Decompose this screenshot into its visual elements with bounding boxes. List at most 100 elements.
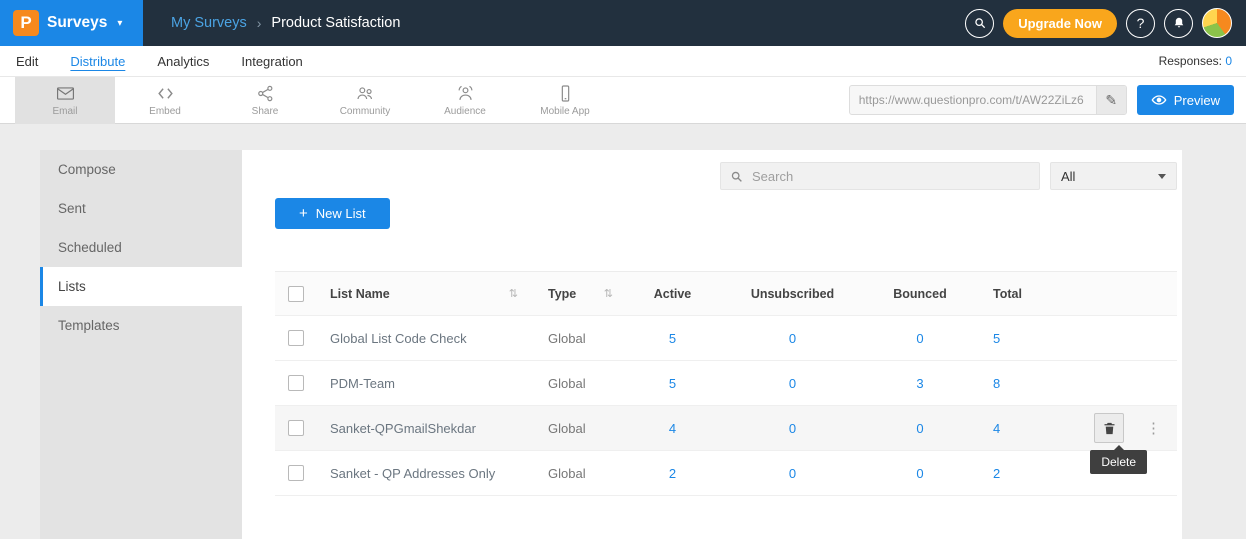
pencil-icon: ✎: [1105, 92, 1117, 109]
header-total: Total: [975, 287, 1055, 301]
help-button[interactable]: ?: [1126, 9, 1155, 38]
sidebar-item-scheduled[interactable]: Scheduled: [40, 228, 242, 267]
row-actions: ⋮: [1055, 406, 1177, 450]
distribute-toolbar: Email Embed Share Community Audience Mob…: [0, 77, 1246, 124]
filter-selected-value: All: [1061, 169, 1075, 184]
active-count-link[interactable]: 4: [625, 421, 720, 436]
unsubscribed-count[interactable]: 0: [720, 331, 865, 346]
sort-icon[interactable]: ⇅: [509, 287, 518, 300]
plus-icon: +: [299, 205, 308, 222]
audience-icon: [456, 84, 475, 103]
total-count-link[interactable]: 5: [975, 331, 1055, 346]
table-row: Global List Code Check Global 5 0 0 5: [275, 316, 1177, 361]
lists-panel: All + New List List Name ⇅ Type ⇅ Active: [242, 150, 1182, 539]
list-name-link[interactable]: Global List Code Check: [330, 331, 467, 346]
responses-counter[interactable]: Responses: 0: [1159, 54, 1246, 68]
tab-edit[interactable]: Edit: [0, 54, 54, 69]
toolbar-item-email[interactable]: Email: [15, 77, 115, 124]
bounced-count[interactable]: 3: [865, 376, 975, 391]
list-type: Global: [548, 331, 586, 346]
bounced-count[interactable]: 0: [865, 466, 975, 481]
delete-list-button[interactable]: [1094, 413, 1124, 443]
active-count-link[interactable]: 5: [625, 376, 720, 391]
product-name: Surveys: [47, 14, 107, 32]
notifications-button[interactable]: [1164, 9, 1193, 38]
select-all-checkbox[interactable]: [288, 286, 304, 302]
row-checkbox[interactable]: [288, 420, 304, 436]
total-count-link[interactable]: 4: [975, 421, 1055, 436]
list-search-box: [720, 162, 1040, 190]
list-type: Global: [548, 421, 586, 436]
unsubscribed-count[interactable]: 0: [720, 376, 865, 391]
toolbar-item-embed[interactable]: Embed: [115, 77, 215, 124]
filter-dropdown[interactable]: All: [1050, 162, 1177, 190]
kebab-menu-icon[interactable]: ⋮: [1146, 419, 1161, 437]
survey-url-input[interactable]: [850, 93, 1096, 107]
list-type: Global: [548, 376, 586, 391]
lists-table: List Name ⇅ Type ⇅ Active Unsubscribed B…: [275, 271, 1177, 496]
main-content: Compose Sent Scheduled Lists Templates A…: [40, 150, 1182, 539]
surveys-menu[interactable]: P Surveys ▾: [0, 0, 143, 46]
search-input[interactable]: [750, 168, 1030, 185]
upgrade-now-button[interactable]: Upgrade Now: [1003, 9, 1117, 38]
list-type: Global: [548, 466, 586, 481]
total-count-link[interactable]: 8: [975, 376, 1055, 391]
row-checkbox[interactable]: [288, 375, 304, 391]
tab-analytics[interactable]: Analytics: [141, 54, 225, 69]
row-checkbox[interactable]: [288, 465, 304, 481]
user-avatar[interactable]: [1202, 8, 1232, 38]
embed-code-icon: [156, 84, 175, 103]
sidebar-item-sent[interactable]: Sent: [40, 189, 242, 228]
tab-integration[interactable]: Integration: [225, 54, 318, 69]
table-row: Sanket-QPGmailShekdar Global 4 0 0 4 ⋮ D…: [275, 406, 1177, 451]
email-icon: [56, 84, 75, 103]
bounced-count[interactable]: 0: [865, 331, 975, 346]
community-icon: [356, 84, 375, 103]
toolbar-item-label: Embed: [149, 106, 181, 117]
breadcrumb-current: Product Satisfaction: [271, 15, 400, 31]
sidebar-item-compose[interactable]: Compose: [40, 150, 242, 189]
table-row: PDM-Team Global 5 0 3 8: [275, 361, 1177, 406]
chevron-down-icon: [1158, 174, 1166, 179]
header-type[interactable]: Type: [548, 287, 576, 301]
header-list-name[interactable]: List Name: [330, 287, 390, 301]
unsubscribed-count[interactable]: 0: [720, 421, 865, 436]
row-checkbox[interactable]: [288, 330, 304, 346]
sort-icon[interactable]: ⇅: [604, 287, 613, 300]
toolbar-item-label: Audience: [444, 106, 486, 117]
bell-icon: [1172, 16, 1186, 30]
active-count-link[interactable]: 5: [625, 331, 720, 346]
edit-url-button[interactable]: ✎: [1096, 86, 1126, 114]
sidebar-item-lists[interactable]: Lists: [40, 267, 242, 306]
toolbar-item-label: Share: [252, 106, 279, 117]
header-bounced: Bounced: [865, 287, 975, 301]
delete-tooltip: Delete: [1090, 450, 1147, 474]
survey-nav: Edit Distribute Analytics Integration Re…: [0, 46, 1246, 77]
toolbar-item-community[interactable]: Community: [315, 77, 415, 124]
breadcrumb-my-surveys[interactable]: My Surveys: [171, 15, 247, 31]
question-mark-icon: ?: [1137, 15, 1145, 31]
preview-button[interactable]: Preview: [1137, 85, 1234, 115]
header-unsubscribed: Unsubscribed: [720, 287, 865, 301]
header-active: Active: [625, 287, 720, 301]
list-name-link[interactable]: PDM-Team: [330, 376, 395, 391]
list-name-link[interactable]: Sanket-QPGmailShekdar: [330, 421, 476, 436]
new-list-label: New List: [316, 206, 366, 221]
active-count-link[interactable]: 2: [625, 466, 720, 481]
toolbar-item-label: Mobile App: [540, 106, 589, 117]
list-name-link[interactable]: Sanket - QP Addresses Only: [330, 466, 495, 481]
bounced-count[interactable]: 0: [865, 421, 975, 436]
unsubscribed-count[interactable]: 0: [720, 466, 865, 481]
toolbar-item-label: Community: [340, 106, 391, 117]
search-button[interactable]: [965, 9, 994, 38]
sidebar-item-templates[interactable]: Templates: [40, 306, 242, 345]
total-count-link[interactable]: 2: [975, 466, 1055, 481]
breadcrumb: My Surveys › Product Satisfaction: [171, 15, 400, 31]
toolbar-item-share[interactable]: Share: [215, 77, 315, 124]
new-list-button[interactable]: + New List: [275, 198, 390, 229]
mobile-phone-icon: [556, 84, 575, 103]
toolbar-item-audience[interactable]: Audience: [415, 77, 515, 124]
tab-distribute[interactable]: Distribute: [54, 54, 141, 69]
toolbar-item-mobile-app[interactable]: Mobile App: [515, 77, 615, 124]
search-icon: [973, 16, 987, 30]
